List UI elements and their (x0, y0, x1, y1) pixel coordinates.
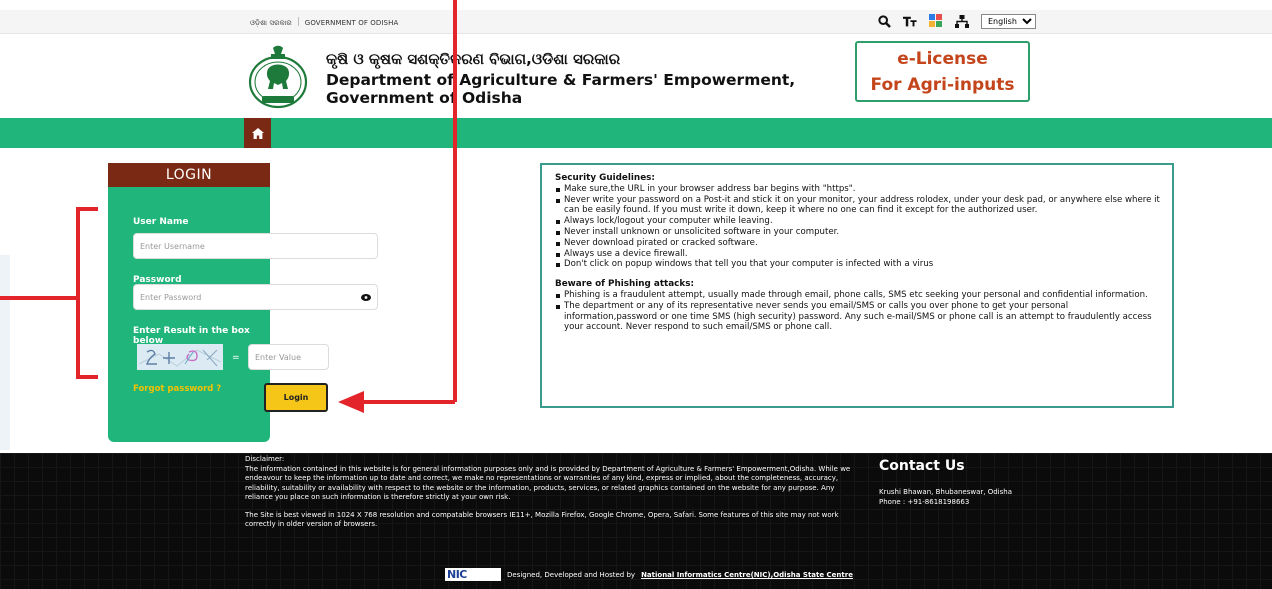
eye-icon[interactable] (361, 293, 371, 301)
disclaimer: Disclaimer: The information contained in… (245, 455, 855, 538)
home-icon (251, 127, 264, 139)
site-footer: Disclaimer: The information contained in… (0, 453, 1272, 589)
left-edge-panel (0, 255, 10, 450)
captcha-equals: = (232, 353, 240, 363)
gov-strip: ଓଡ଼ିଶା ସରକାର GOVERNMENT OF ODISHA (250, 17, 398, 28)
odia-gov-text: ଓଡ଼ିଶା ସରକାର (250, 19, 292, 27)
contact-details: Krushi Bhawan, Bhubaneswar, Odisha Phone… (879, 488, 1012, 507)
department-title-line2: Government of Odisha (326, 89, 523, 107)
security-item: Always use a device firewall. (555, 249, 1160, 260)
home-button[interactable] (244, 118, 271, 148)
login-button[interactable]: Login (264, 383, 328, 412)
password-placeholder: Enter Password (140, 292, 202, 302)
password-input[interactable]: Enter Password (133, 284, 378, 310)
divider (297, 17, 299, 26)
language-select[interactable]: English (981, 13, 1036, 29)
phishing-list: Phishing is a fraudulent attempt, usuall… (555, 290, 1160, 333)
security-item: Never download pirated or cracked softwa… (555, 238, 1160, 249)
text-size-icon[interactable] (903, 13, 917, 29)
accessibility-tools: English (877, 13, 1036, 29)
security-item: Make sure,the URL in your browser addres… (555, 184, 1160, 195)
elicense-line1: e-License (897, 49, 988, 69)
disclaimer-title: Disclaimer: (245, 455, 285, 463)
login-panel: LOGIN User Name Enter Username Password … (108, 163, 378, 442)
annotation-arrow-head (338, 391, 364, 413)
contact-phone: Phone : +91-8618198663 (879, 497, 970, 506)
security-item: Never write your password on a Post-it a… (555, 195, 1160, 217)
security-item: Always lock/logout your computer while l… (555, 216, 1160, 227)
username-placeholder: Enter Username (140, 241, 205, 251)
login-heading: LOGIN (108, 163, 270, 187)
security-heading: Security Guidelines: (555, 173, 655, 183)
phishing-item: The department or any of its representat… (555, 301, 1160, 333)
security-item: Never install unknown or unsolicited sof… (555, 227, 1160, 238)
nic-logo-text: NIC (447, 568, 467, 581)
captcha-label: Enter Result in the box below (133, 326, 250, 346)
captcha-input[interactable]: Enter Value (248, 344, 329, 370)
sitemap-icon[interactable] (955, 13, 969, 29)
search-icon[interactable] (877, 13, 891, 29)
security-item: Don't click on popup windows that tell y… (555, 259, 1160, 270)
captcha-image (137, 344, 223, 370)
contact-heading: Contact Us (879, 458, 965, 474)
top-bar: ଓଡ଼ିଶା ସରକାର GOVERNMENT OF ODISHA English (0, 10, 1272, 34)
contact-address: Krushi Bhawan, Bhubaneswar, Odisha (879, 488, 1012, 496)
disclaimer-text: The information contained in this websit… (245, 464, 851, 502)
credit-line: NIC Designed, Developed and Hosted by Na… (445, 568, 853, 581)
security-list: Make sure,the URL in your browser addres… (555, 184, 1160, 270)
username-input[interactable]: Enter Username (133, 233, 378, 259)
nav-bar (0, 118, 1272, 148)
forgot-password-link[interactable]: Forgot password ? (133, 384, 221, 394)
phishing-heading: Beware of Phishing attacks: (555, 279, 694, 290)
username-label: User Name (133, 217, 189, 227)
department-title: Department of Agriculture & Farmers' Emp… (326, 71, 795, 107)
browser-note: The Site is best viewed in 1024 X 768 re… (245, 510, 839, 529)
elicense-line2: For Agri-inputs (870, 75, 1015, 95)
annotation-bracket (76, 207, 98, 379)
nic-link[interactable]: National Informatics Centre(NIC),Odisha … (641, 571, 853, 579)
nic-logo-icon: NIC (445, 568, 501, 581)
page: ଓଡ଼ିଶା ସରକାର GOVERNMENT OF ODISHA English (0, 0, 1272, 589)
color-contrast-icon[interactable] (929, 13, 943, 29)
captcha-placeholder: Enter Value (255, 352, 301, 362)
credit-prefix: Designed, Developed and Hosted by (507, 570, 636, 579)
elicense-badge: e-License For Agri-inputs (855, 41, 1030, 102)
department-title-line1: Department of Agriculture & Farmers' Emp… (326, 71, 796, 89)
odisha-emblem-icon (247, 42, 309, 110)
phishing-item: Phishing is a fraudulent attempt, usuall… (555, 290, 1160, 301)
gov-text: GOVERNMENT OF ODISHA (304, 19, 399, 27)
security-guidelines-box: Security Guidelines: Make sure,the URL i… (540, 163, 1174, 408)
odia-department-title: କୃଷି ଓ କୃଷକ ସଶକ୍ତିକରଣ ବିଭାଗ,ଓଡିଶା ସରକାର (326, 50, 621, 68)
